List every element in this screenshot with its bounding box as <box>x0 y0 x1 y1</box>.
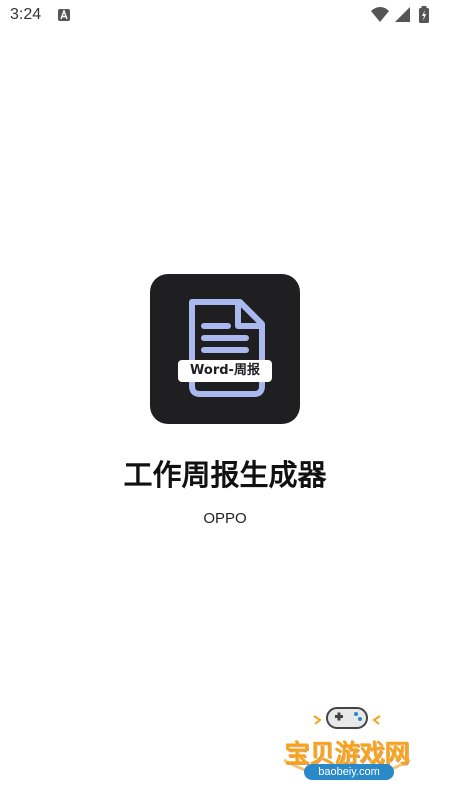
system-icons <box>370 6 440 24</box>
app-icon: Word-周报 <box>150 274 300 424</box>
notification-a-icon <box>58 9 70 21</box>
signal-icon <box>395 7 410 22</box>
watermark-logo: 宝贝游戏网 baobeiy.com <box>272 700 422 792</box>
wifi-icon <box>371 7 389 22</box>
icon-badge-label: Word-周报 <box>178 360 272 382</box>
status-bar: 3:24 <box>0 0 450 32</box>
publisher-label: OPPO <box>203 510 247 527</box>
battery-icon <box>419 6 429 23</box>
app-title: 工作周报生成器 <box>123 458 327 492</box>
watermark-url: baobeiy.com <box>304 764 394 780</box>
status-time: 3:24 <box>10 6 42 23</box>
document-icon <box>189 299 265 397</box>
